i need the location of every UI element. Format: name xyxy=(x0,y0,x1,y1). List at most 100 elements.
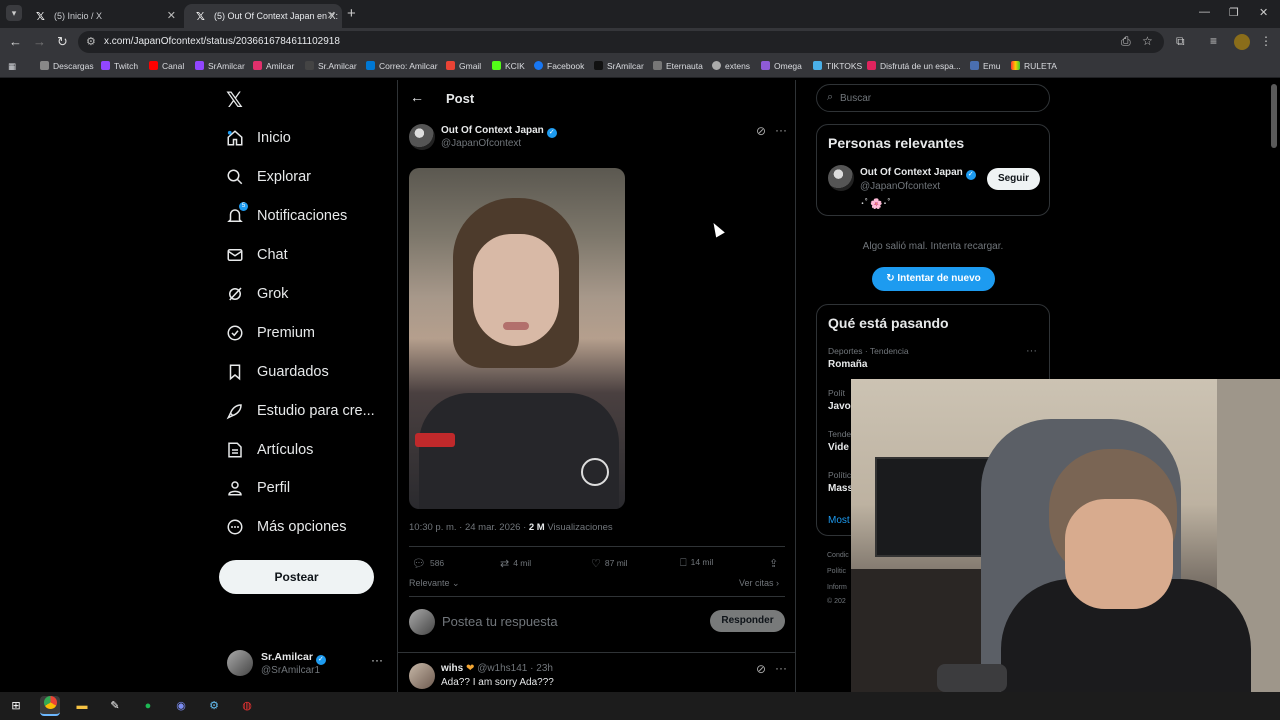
reload-icon[interactable]: ↻ xyxy=(57,34,68,50)
minimize-icon[interactable]: — xyxy=(1199,6,1210,18)
site-info-icon[interactable]: ⚙ xyxy=(86,35,96,48)
nav-notificaciones[interactable]: 5 Notificaciones xyxy=(226,202,347,229)
close-icon[interactable]: ✕ xyxy=(167,9,176,22)
share-icon[interactable]: ⇪ xyxy=(769,557,782,570)
app-icon[interactable]: ✎ xyxy=(105,696,125,716)
bookmark-descargas[interactable]: Descargas xyxy=(40,61,94,71)
new-tab-icon[interactable]: + xyxy=(347,5,356,22)
nav-estudio[interactable]: Estudio para cre... xyxy=(226,398,375,424)
nav-articulos[interactable]: Artículos xyxy=(226,437,313,463)
bookmark-eternauta[interactable]: Eternauta xyxy=(653,61,703,71)
tab-post[interactable]: 𝕏 (5) Out Of Context Japan en X: ✕ xyxy=(184,4,342,28)
bookmark-gmail[interactable]: Gmail xyxy=(446,61,481,71)
author-handle[interactable]: @JapanOfcontext xyxy=(441,138,521,149)
bookmark-kcik[interactable]: KCIK xyxy=(492,61,525,71)
reply-button[interactable]: 💬︎ 586 xyxy=(412,557,444,570)
post-column: ← Post Out Of Context Japan ✓ @JapanOfcon… xyxy=(397,80,796,692)
back-arrow-icon[interactable]: ← xyxy=(410,89,424,105)
sort-dropdown[interactable]: Relevante ⌄ xyxy=(409,578,460,589)
install-icon[interactable]: ⎙ xyxy=(1121,34,1131,49)
author-name[interactable]: Out Of Context Japan ✓ xyxy=(441,125,557,138)
menu-icon[interactable]: ⋮ xyxy=(1260,34,1272,48)
relevant-name[interactable]: Out Of Context Japan ✓ xyxy=(860,167,976,180)
more-icon[interactable]: ··· xyxy=(1026,345,1037,357)
file-explorer-icon[interactable]: ▬ xyxy=(72,696,92,716)
forward-arrow-icon[interactable]: → xyxy=(33,34,46,49)
like-button[interactable]: ♡ 87 mil xyxy=(591,557,628,570)
trend-item[interactable]: Vide xyxy=(828,442,849,453)
grok-icon[interactable]: ⊘ xyxy=(756,124,766,138)
relevant-handle[interactable]: @JapanOfcontext xyxy=(860,181,940,192)
bookmark-omega[interactable]: Omega xyxy=(761,61,802,71)
footer-link[interactable]: Polític xyxy=(827,568,846,575)
windows-start-icon[interactable]: ⊞ xyxy=(6,696,26,716)
ver-citas-link[interactable]: Ver citas › xyxy=(739,578,779,588)
show-more-link[interactable]: Most xyxy=(828,515,850,526)
trend-item[interactable]: Mass xyxy=(828,483,853,494)
bookmark-tiktoks[interactable]: TIKTOKS xyxy=(813,61,862,71)
bookmark-facebook[interactable]: Facebook xyxy=(534,61,584,71)
extensions-icon[interactable]: ⧉ xyxy=(1176,34,1185,49)
bookmark-sramilcar[interactable]: SrAmilcar xyxy=(195,61,245,71)
more-icon[interactable]: ··· xyxy=(775,661,787,675)
tab-inicio[interactable]: 𝕏 (5) Inicio / X ✕ xyxy=(24,4,182,28)
nav-mas-opciones[interactable]: Más opciones xyxy=(226,514,346,540)
x-logo-icon[interactable]: 𝕏 xyxy=(226,88,243,113)
restore-icon[interactable]: ❐ xyxy=(1229,6,1239,19)
follow-button[interactable]: Seguir xyxy=(987,168,1040,190)
nav-inicio[interactable]: Inicio xyxy=(226,125,291,151)
reply-input[interactable]: Postea tu respuesta xyxy=(442,614,558,629)
account-switcher[interactable]: Sr.Amilcar ✓ @SrAmilcar1 ··· xyxy=(227,650,397,680)
close-window-icon[interactable]: ✕ xyxy=(1259,6,1268,19)
obs-icon[interactable]: ◍ xyxy=(237,696,257,716)
bookmark-extens[interactable]: extens xyxy=(712,61,750,71)
tab-search-icon[interactable]: ▾ xyxy=(6,5,22,21)
bookmark-canal[interactable]: Canal xyxy=(149,61,184,71)
bookmark-ruleta[interactable]: RULETA xyxy=(1011,61,1057,71)
bookmark-sr-amilcar[interactable]: Sr.Amilcar xyxy=(305,61,357,71)
author-avatar[interactable] xyxy=(828,165,854,191)
bookmark-amilcar[interactable]: Amilcar xyxy=(253,61,294,71)
trend-item[interactable]: Javo xyxy=(828,401,851,412)
scrollbar[interactable] xyxy=(1271,84,1277,148)
retry-button[interactable]: ↻ Intentar de nuevo xyxy=(872,267,995,291)
responder-button[interactable]: Responder xyxy=(710,610,785,632)
discord-icon[interactable]: ◉ xyxy=(171,696,191,716)
bookmark-tiktok[interactable]: SrAmilcar xyxy=(594,61,644,71)
steam-icon[interactable]: ⚙ xyxy=(204,696,224,716)
trend-item[interactable]: Romaña xyxy=(828,359,867,370)
star-icon[interactable]: ☆ xyxy=(1142,34,1153,48)
chrome-icon[interactable] xyxy=(40,696,60,716)
nav-explorar[interactable]: Explorar xyxy=(226,164,311,190)
bookmark-correo[interactable]: Correo: Amilcar xyxy=(366,61,438,71)
bookmark-button[interactable]: ⎕ 14 mil xyxy=(680,557,713,570)
nav-guardados[interactable]: Guardados xyxy=(226,359,329,385)
profile-avatar[interactable] xyxy=(1234,34,1250,50)
nav-chat[interactable]: Chat xyxy=(226,242,288,268)
media-icon[interactable]: ≡ xyxy=(1210,34,1217,48)
close-icon[interactable]: ✕ xyxy=(327,9,336,22)
bookmark-twitch[interactable]: Twitch xyxy=(101,61,138,71)
comment-author[interactable]: wihs ❤ @w1hs141 · 23h xyxy=(441,663,553,674)
notification-badge: 5 xyxy=(239,202,248,211)
nav-perfil[interactable]: Perfil xyxy=(226,475,290,501)
footer-link[interactable]: Condic xyxy=(827,552,849,559)
nav-premium[interactable]: Premium xyxy=(226,320,315,346)
bookmark-emu[interactable]: Emu xyxy=(970,61,1000,71)
post-photo[interactable] xyxy=(409,168,625,509)
repost-button[interactable]: ⇄ 4 mil xyxy=(500,557,531,570)
more-icon[interactable]: ··· xyxy=(371,653,383,667)
search-input[interactable]: ⌕ Buscar xyxy=(816,84,1050,112)
postear-button[interactable]: Postear xyxy=(219,560,374,594)
address-bar[interactable]: ⚙ x.com/JapanOfcontext/status/2036616784… xyxy=(78,31,1164,53)
grok-icon[interactable]: ⊘ xyxy=(756,662,766,676)
spotify-icon[interactable]: ● xyxy=(138,696,158,716)
nav-grok[interactable]: Grok xyxy=(226,281,288,307)
more-icon[interactable]: ··· xyxy=(775,123,787,137)
author-avatar[interactable] xyxy=(409,124,435,150)
bookmark-disfruta[interactable]: Disfrutá de un espa... xyxy=(867,61,961,71)
back-arrow-icon[interactable]: ← xyxy=(9,34,22,49)
comment-avatar[interactable] xyxy=(409,663,435,689)
apps-icon[interactable]: ▦ xyxy=(8,61,16,72)
footer-link[interactable]: Inform xyxy=(827,584,847,591)
